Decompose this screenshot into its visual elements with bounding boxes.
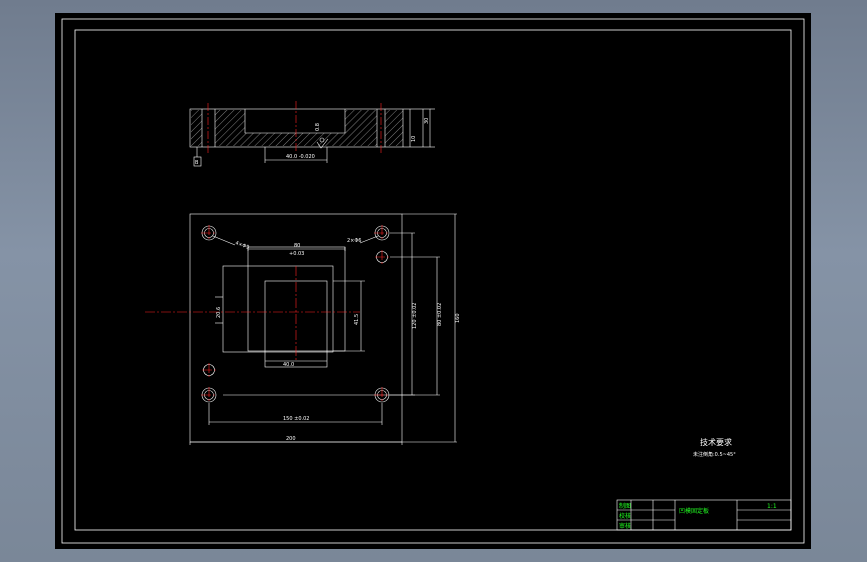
dim-total-height: 160 [455, 313, 461, 323]
dim-outer-height: 20.6 [216, 307, 222, 318]
cad-viewport[interactable]: 40.0 -0.020 30 10 0.8 B 4×Φ9 2×Φ6 80 +0.… [55, 13, 811, 549]
section-dim-bottom: 40.0 -0.020 [286, 154, 315, 160]
pocket-outline [247, 246, 346, 352]
dim-hole-spacing-vertical: 120 ±0.02 [412, 303, 418, 329]
tech-requirements-note: 未注倒角:0.5~45° [693, 451, 736, 458]
outer-frame [61, 18, 805, 544]
hole-callout-right: 2×Φ6 [347, 238, 362, 244]
dim-total-width: 200 [286, 436, 296, 442]
part-name: 凹模固定板 [679, 507, 709, 515]
title-row-label-3: 审核 [619, 522, 631, 530]
dim-inner-width: 40.0 [283, 362, 294, 368]
dim-outer-width: 80 [294, 243, 300, 249]
title-row-label-2: 校核 [619, 512, 631, 520]
dim-inner-height: 41.5 [354, 314, 360, 325]
drawing-canvas[interactable]: 40.0 -0.020 30 10 0.8 B 4×Φ9 2×Φ6 80 +0.… [55, 13, 811, 549]
inner-frame [74, 29, 792, 531]
hole-callout-left: 4×Φ9 [234, 240, 250, 251]
outer-pocket [222, 265, 334, 353]
dim-pin-spacing-vertical: 80 ±0.02 [437, 303, 443, 326]
title-block [616, 499, 792, 531]
section-dim-right-bottom: 10 [411, 136, 417, 142]
tech-requirements-title: 技术要求 [700, 437, 732, 447]
drawing-scale: 1:1 [767, 503, 777, 510]
dim-hole-spacing-horizontal: 150 ±0.02 [283, 416, 309, 422]
title-row-label-1: 制图 [619, 502, 631, 510]
section-roughness-label: 0.8 [315, 123, 321, 131]
section-dim-right-top: 30 [424, 118, 430, 124]
dim-outer-width-tol: +0.03 [289, 251, 304, 257]
section-datum-box: B [195, 160, 199, 166]
